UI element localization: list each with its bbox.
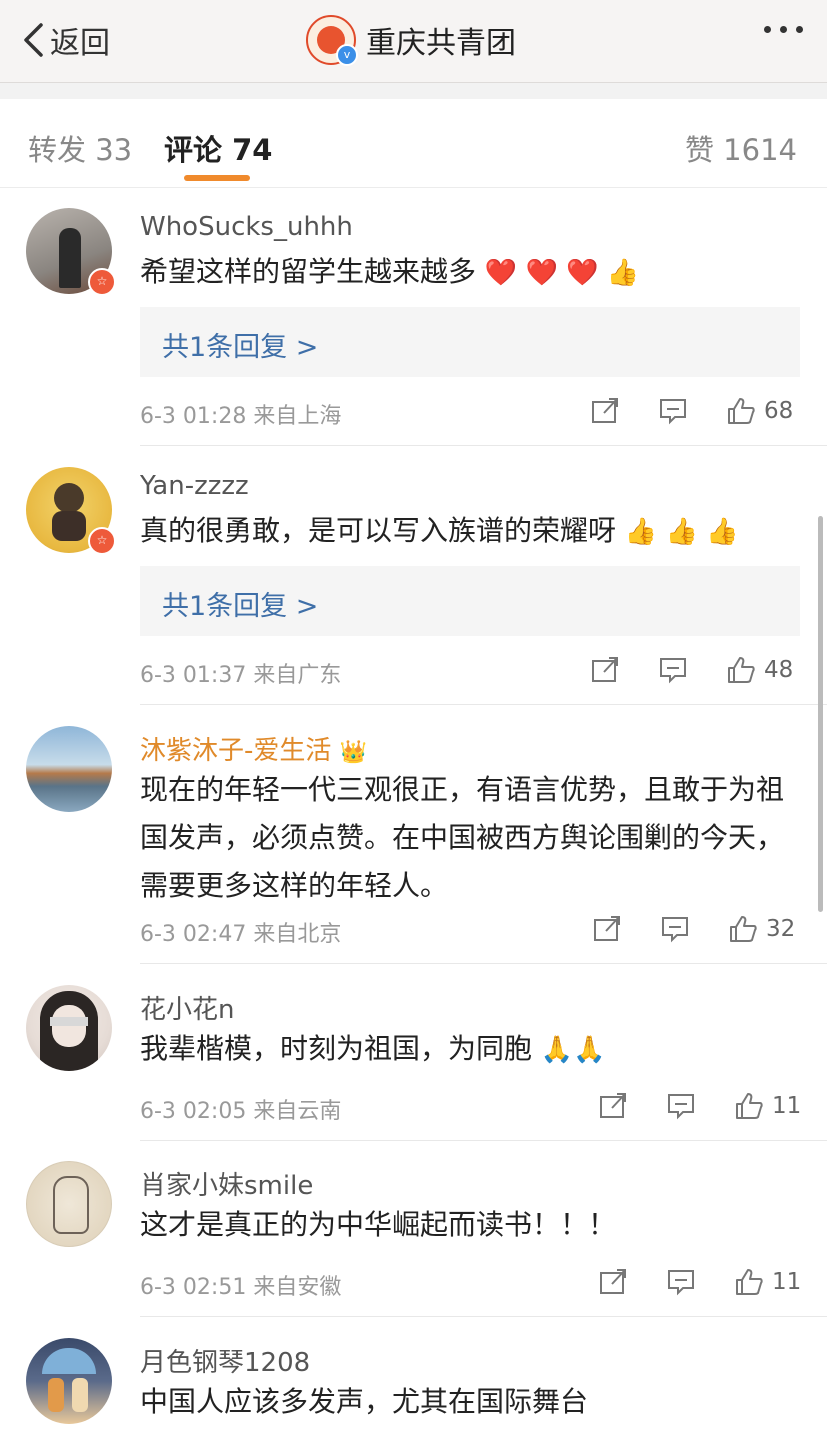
comment-meta: 6-3 01:28 来自上海: [140, 404, 342, 429]
thumbs-up-icon: [728, 398, 755, 424]
username-text: 沐紫沐子-爱生活: [140, 736, 332, 766]
like-count: 11: [772, 1093, 802, 1119]
avatar[interactable]: [26, 1161, 112, 1247]
comment-username[interactable]: 肖家小妹smile: [140, 1165, 313, 1202]
share-icon: [594, 916, 620, 941]
share-icon: [592, 398, 618, 423]
tab-bar: 转发 33 评论 74 赞 1614: [0, 99, 827, 188]
back-button[interactable]: 返回: [22, 18, 110, 62]
comment-text: 这才是真正的为中华崛起而读书！！！: [140, 1208, 617, 1241]
comment-meta: 6-3 01:37 来自广东: [140, 663, 342, 688]
like-count: 32: [766, 916, 796, 942]
like-count: 11: [772, 1269, 802, 1295]
comment-icon: [660, 658, 686, 684]
back-label: 返回: [50, 26, 110, 61]
comment-username[interactable]: 沐紫沐子-爱生活 👑: [140, 730, 367, 767]
share-button[interactable]: [598, 1091, 628, 1121]
reply-button[interactable]: [658, 655, 688, 685]
like-button[interactable]: 48: [726, 655, 793, 685]
reply-thread-button[interactable]: 共1条回复 >: [140, 307, 800, 377]
more-options-icon[interactable]: [764, 26, 803, 33]
reply-button[interactable]: [666, 1091, 696, 1121]
comment-text: 中国人应该多发声，尤其在国际舞台: [140, 1385, 589, 1418]
comment-icon: [660, 399, 686, 425]
reply-thread-button[interactable]: 共1条回复 >: [140, 566, 800, 636]
hearts-emoji-icon: ❤️ ❤️ ❤️ 👍: [484, 258, 640, 288]
tab-comments[interactable]: 评论 74: [164, 127, 272, 169]
avatar[interactable]: [26, 1338, 112, 1424]
divider: [140, 1140, 827, 1141]
divider: [140, 445, 827, 446]
thumbs-up-icon: [736, 1093, 763, 1119]
nav-bar: 返回 v 重庆共青团: [0, 0, 827, 83]
share-icon: [600, 1269, 626, 1294]
comment-body: 我辈楷模，时刻为祖国，为同胞: [140, 1032, 533, 1065]
comment-icon: [668, 1094, 694, 1120]
member-badge-icon: ☆: [88, 527, 116, 555]
page-title: 重庆共青团: [366, 26, 516, 61]
like-button[interactable]: 68: [726, 396, 793, 426]
comment-text: 现在的年轻一代三观很正，有语言优势，且敢于为祖国发声，必须点赞。在中国被西方舆论…: [140, 773, 785, 902]
reply-count-label: 共1条回复 >: [162, 591, 319, 622]
comment-text: 希望这样的留学生越来越多 ❤️ ❤️ ❤️ 👍: [140, 248, 800, 297]
avatar[interactable]: [26, 985, 112, 1071]
comment-icon: [662, 917, 688, 943]
like-count: 48: [764, 657, 794, 683]
pray-emoji-icon: 🙏🙏: [540, 1035, 606, 1065]
account-header[interactable]: v 重庆共青团: [306, 14, 516, 66]
comment-text: 我辈楷模，时刻为祖国，为同胞 🙏🙏: [140, 1025, 800, 1074]
like-count: 68: [764, 398, 794, 424]
comment-text: 真的很勇敢，是可以写入族谱的荣耀呀 👍 👍 👍: [140, 507, 800, 556]
thumbs-up-icon: [736, 1269, 763, 1295]
reply-button[interactable]: [658, 396, 688, 426]
comment-meta: 6-3 02:51 来自安徽: [140, 1275, 342, 1300]
like-button[interactable]: 11: [734, 1267, 801, 1297]
divider: [140, 1316, 827, 1317]
section-gap: [0, 83, 827, 99]
tab-reposts[interactable]: 转发 33: [28, 127, 132, 169]
divider: [140, 963, 827, 964]
comment-username[interactable]: 花小花n: [140, 989, 234, 1026]
like-button[interactable]: 32: [728, 914, 795, 944]
comment-icon: [668, 1270, 694, 1296]
comment-username[interactable]: Yan-zzzz: [140, 471, 249, 501]
share-icon: [592, 657, 618, 682]
scrollbar[interactable]: [818, 516, 823, 912]
tab-likes[interactable]: 赞 1614: [685, 127, 797, 169]
active-tab-indicator: [184, 175, 250, 181]
like-button[interactable]: 11: [734, 1091, 801, 1121]
share-button[interactable]: [590, 396, 620, 426]
chevron-left-icon: [24, 23, 43, 57]
reply-button[interactable]: [666, 1267, 696, 1297]
comment-body: 希望这样的留学生越来越多: [140, 255, 477, 288]
reply-button[interactable]: [660, 914, 690, 944]
thumbs-up-emoji-icon: 👍 👍 👍: [624, 517, 739, 547]
divider: [140, 704, 827, 705]
comment-meta: 6-3 02:47 来自北京: [140, 922, 342, 947]
share-button[interactable]: [590, 655, 620, 685]
comment-meta: 6-3 02:05 来自云南: [140, 1099, 342, 1124]
share-button[interactable]: [598, 1267, 628, 1297]
comment-username[interactable]: WhoSucks_uhhh: [140, 212, 353, 242]
comment-body: 真的很勇敢，是可以写入族谱的荣耀呀: [140, 514, 617, 547]
account-logo: v: [306, 15, 358, 66]
reply-count-label: 共1条回复 >: [162, 332, 319, 363]
share-button[interactable]: [592, 914, 622, 944]
avatar[interactable]: [26, 726, 112, 812]
thumbs-up-icon: [730, 916, 757, 942]
crown-icon: 👑: [339, 740, 368, 765]
comment-username[interactable]: 月色钢琴1208: [140, 1342, 310, 1379]
thumbs-up-icon: [728, 657, 755, 683]
member-badge-icon: ☆: [88, 268, 116, 296]
verified-icon: v: [336, 44, 358, 66]
share-icon: [600, 1093, 626, 1118]
